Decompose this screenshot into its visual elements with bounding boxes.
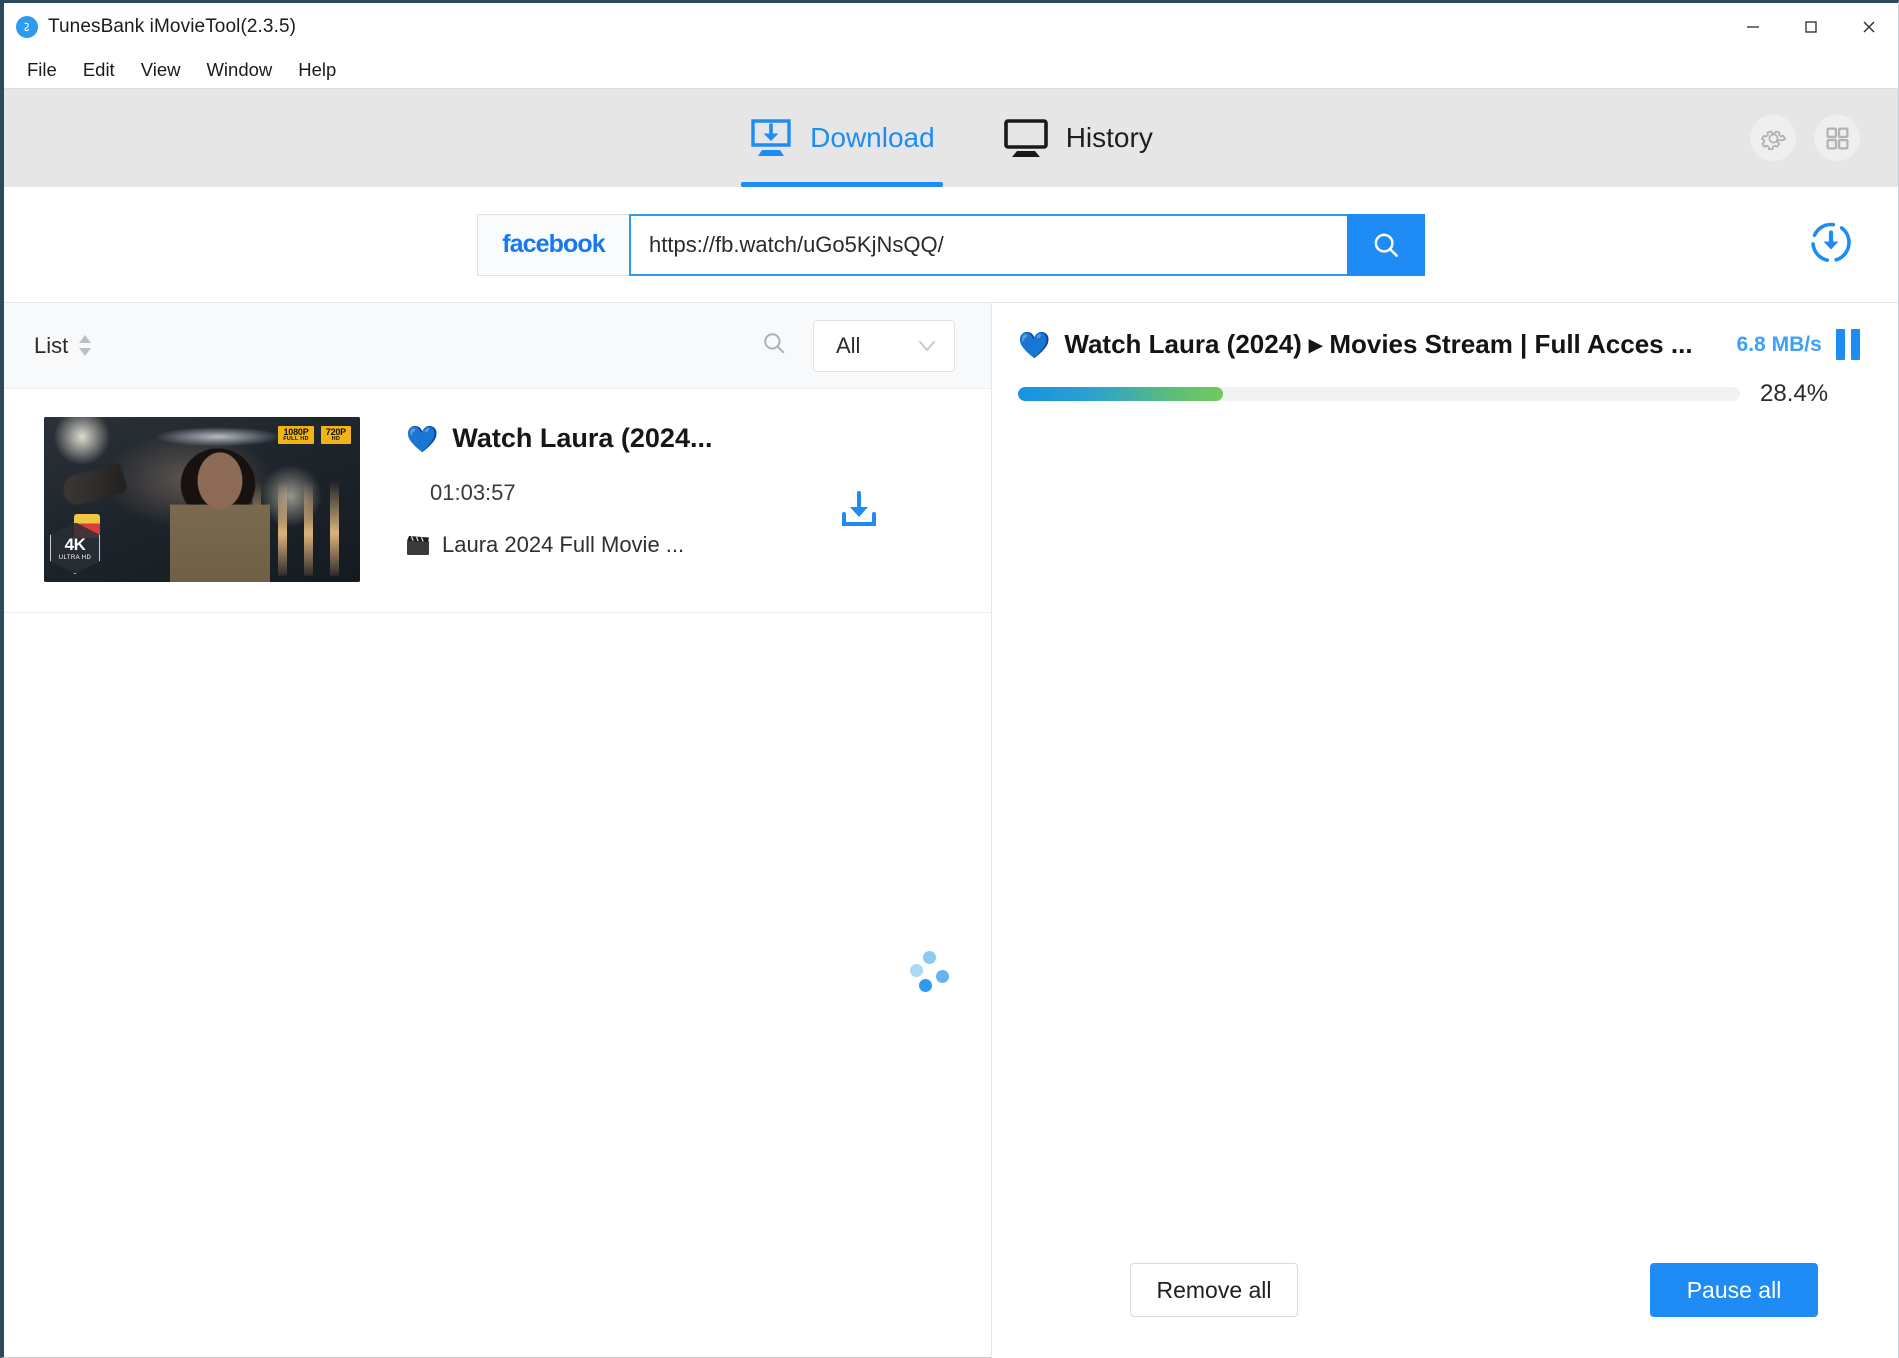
menu-edit[interactable]: Edit bbox=[72, 55, 126, 85]
remove-all-button[interactable]: Remove all bbox=[1130, 1263, 1298, 1317]
list-item-download-button[interactable] bbox=[837, 488, 881, 537]
app-logo-glyph bbox=[20, 20, 34, 34]
sort-up-icon bbox=[79, 335, 92, 343]
pause-icon-bar bbox=[1851, 329, 1860, 360]
search-group: facebook https://fb.watch/uGo5KjNsQQ/ bbox=[477, 213, 1425, 276]
tab-download-label: Download bbox=[810, 122, 935, 153]
pause-item-button[interactable] bbox=[1836, 329, 1860, 360]
spinner-dot bbox=[919, 979, 932, 992]
menu-window[interactable]: Window bbox=[195, 55, 283, 85]
minimize-button[interactable] bbox=[1724, 3, 1782, 51]
search-icon bbox=[764, 333, 785, 354]
platform-selector[interactable]: facebook bbox=[477, 213, 629, 276]
video-thumbnail[interactable]: 1080P FULL HD 720P HD 4K ULTRA HD bbox=[44, 417, 360, 582]
badge-1080p: 1080P FULL HD bbox=[278, 426, 314, 445]
list-item-title: Watch Laura (2024... bbox=[452, 423, 713, 453]
toolbar-actions bbox=[1750, 115, 1860, 161]
quality-badges: 1080P FULL HD 720P HD bbox=[278, 426, 351, 445]
badge-1080p-sub: FULL HD bbox=[283, 436, 309, 443]
sort-down-icon bbox=[79, 348, 92, 356]
spinner-dot bbox=[936, 970, 949, 983]
progress-bar-fill bbox=[1018, 387, 1224, 401]
maximize-icon bbox=[1805, 21, 1817, 33]
list-header-title: List bbox=[34, 332, 69, 358]
list-header-controls: All bbox=[761, 319, 955, 372]
list-item-filename: Laura 2024 Full Movie ... bbox=[442, 532, 685, 557]
list-item-duration: 01:03:57 bbox=[430, 480, 516, 505]
list-item-file-row: Laura 2024 Full Movie ... bbox=[406, 532, 837, 558]
blue-heart-icon: 💙 bbox=[406, 423, 439, 454]
url-input-wrapper[interactable]: https://fb.watch/uGo5KjNsQQ/ bbox=[629, 213, 1347, 276]
filter-dropdown[interactable]: All bbox=[813, 319, 955, 372]
list-item-info: 💙 Watch Laura (2024... 01:03:57 Laura 20… bbox=[360, 417, 837, 558]
download-item-title: Watch Laura (2024) ▸ Movies Stream | Ful… bbox=[1064, 329, 1693, 359]
pause-icon-bar bbox=[1836, 329, 1845, 360]
title-bar-left: TunesBank iMovieTool(2.3.5) bbox=[4, 16, 296, 38]
download-item-header: 💙 Watch Laura (2024) ▸ Movies Stream | F… bbox=[1018, 329, 1860, 360]
close-button[interactable] bbox=[1840, 3, 1898, 51]
tab-history[interactable]: History bbox=[995, 89, 1161, 187]
maximize-button[interactable] bbox=[1782, 3, 1840, 51]
menu-file[interactable]: File bbox=[16, 55, 68, 85]
app-logo-icon bbox=[16, 16, 38, 38]
minimize-icon bbox=[1747, 26, 1759, 28]
download-circle-icon bbox=[1811, 222, 1851, 262]
badge-4k-main: 4K bbox=[64, 534, 86, 554]
pause-all-button[interactable]: Pause all bbox=[1650, 1263, 1818, 1317]
download-monitor-icon bbox=[751, 119, 791, 156]
filter-dropdown-value: All bbox=[836, 332, 861, 358]
video-list-panel: List All 1080P FULL HD 720P HD 4K ULTRA … bbox=[4, 303, 992, 1358]
application-window: TunesBank iMovieTool(2.3.5) File Edit Vi… bbox=[0, 0, 1899, 1358]
url-search-bar: facebook https://fb.watch/uGo5KjNsQQ/ bbox=[4, 187, 1898, 303]
list-item[interactable]: 1080P FULL HD 720P HD 4K ULTRA HD 💙 Watc… bbox=[4, 389, 991, 613]
download-queue-panel: 💙 Watch Laura (2024) ▸ Movies Stream | F… bbox=[992, 303, 1898, 1358]
list-search-button[interactable] bbox=[761, 330, 787, 361]
facebook-logo: facebook bbox=[502, 230, 605, 258]
download-speed: 6.8 MB/s bbox=[1736, 332, 1822, 356]
clapperboard-icon bbox=[407, 536, 429, 555]
loading-spinner bbox=[910, 951, 952, 993]
progress-bar-track bbox=[1018, 387, 1740, 401]
tab-history-label: History bbox=[1065, 122, 1153, 153]
url-input[interactable]: https://fb.watch/uGo5KjNsQQ/ bbox=[649, 232, 944, 258]
spinner-dot bbox=[923, 951, 936, 964]
app-title: TunesBank iMovieTool(2.3.5) bbox=[48, 16, 297, 37]
apps-grid-button[interactable] bbox=[1814, 115, 1860, 161]
title-bar: TunesBank iMovieTool(2.3.5) bbox=[4, 3, 1898, 51]
main-body: List All 1080P FULL HD 720P HD 4K ULTRA … bbox=[4, 303, 1898, 1358]
main-toolbar: Download History bbox=[4, 89, 1898, 187]
download-panel-footer: Remove all Pause all bbox=[992, 1222, 1898, 1358]
blue-heart-icon: 💙 bbox=[1018, 329, 1051, 360]
window-controls bbox=[1724, 3, 1898, 51]
tab-download[interactable]: Download bbox=[741, 89, 943, 187]
badge-4k-sub: ULTRA HD bbox=[58, 554, 92, 561]
download-tray-icon bbox=[842, 491, 876, 526]
search-button[interactable] bbox=[1347, 213, 1425, 276]
sort-updown-icon[interactable] bbox=[78, 335, 92, 356]
list-header: List All bbox=[4, 303, 991, 389]
spinner-dot bbox=[910, 964, 923, 977]
download-indicator-button[interactable] bbox=[1808, 219, 1854, 270]
close-icon bbox=[1863, 21, 1875, 33]
menu-bar: File Edit View Window Help bbox=[4, 51, 1898, 89]
download-progress-row: 28.4% bbox=[1018, 380, 1860, 408]
progress-percent: 28.4% bbox=[1760, 380, 1829, 407]
badge-720p-sub: HD bbox=[331, 436, 341, 443]
gear-icon bbox=[1760, 130, 1786, 150]
badge-720p: 720P HD bbox=[320, 426, 351, 445]
download-item: 💙 Watch Laura (2024) ▸ Movies Stream | F… bbox=[992, 303, 1898, 408]
menu-help[interactable]: Help bbox=[287, 55, 347, 85]
thumbnail-subject bbox=[170, 443, 271, 582]
settings-button[interactable] bbox=[1750, 115, 1796, 161]
chevron-down-icon bbox=[919, 340, 935, 352]
list-item-title-row: 💙 Watch Laura (2024... bbox=[406, 423, 837, 454]
grid-icon bbox=[1825, 126, 1849, 150]
monitor-icon bbox=[1003, 119, 1048, 157]
menu-view[interactable]: View bbox=[130, 55, 192, 85]
search-icon bbox=[1374, 233, 1398, 257]
